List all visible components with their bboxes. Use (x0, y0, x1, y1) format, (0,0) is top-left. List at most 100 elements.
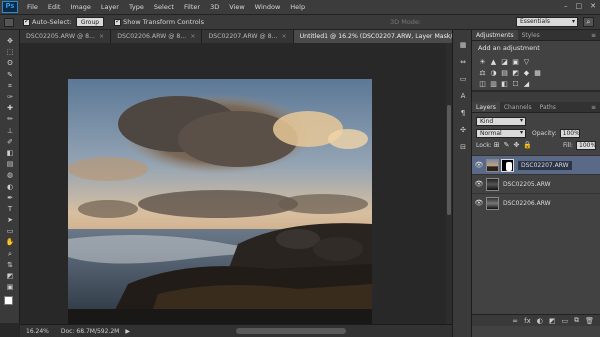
adjustment-b-2-icon[interactable]: ◑ (489, 68, 498, 77)
tab-dsc02205[interactable]: DSC02205.ARW @ 8... × (20, 30, 112, 43)
adjustment-layer-icon[interactable]: ◩ (549, 317, 556, 325)
document-image[interactable] (68, 79, 372, 324)
tab-dsc02207[interactable]: DSC02207.ARW @ 8... × (202, 30, 294, 43)
adjustment-c-1-icon[interactable]: ◫ (478, 79, 487, 88)
screen-mode-icon[interactable]: ▣ (2, 282, 18, 293)
adjustment-b-5-icon[interactable]: ◆ (522, 68, 531, 77)
lasso-icon[interactable]: ʘ (2, 58, 18, 69)
adjustment-c-5-icon[interactable]: ◢ (522, 79, 531, 88)
layer-style-icon[interactable]: fx (524, 317, 531, 325)
workspace-dropdown[interactable]: Essentials (516, 17, 578, 27)
transform-controls-checkbox[interactable] (114, 17, 122, 26)
visibility-eye-icon[interactable]: 👁 (472, 161, 486, 169)
quick-select-icon[interactable]: ✎ (2, 70, 18, 81)
edit-mode-icon[interactable]: ⇅ (2, 260, 18, 271)
close-tab-icon[interactable]: × (190, 33, 195, 40)
tab-styles[interactable]: Styles (518, 30, 544, 40)
adjustment-c-2-icon[interactable]: ▥ (489, 79, 498, 88)
visibility-eye-icon[interactable]: 👁 (472, 180, 486, 188)
menu-type[interactable]: Type (124, 3, 149, 11)
menu-filter[interactable]: Filter (179, 3, 205, 11)
arrange-icon[interactable]: ⇔ (456, 56, 470, 67)
foreground-color-swatch[interactable] (4, 296, 13, 305)
adjustment-b-4-icon[interactable]: ◩ (511, 68, 520, 77)
maximize-icon[interactable]: □ (576, 2, 583, 10)
tab-paths[interactable]: Paths (536, 102, 560, 112)
layer-comps-icon[interactable]: ⊟ (456, 141, 470, 152)
eraser-icon[interactable]: ◧ (2, 148, 18, 159)
pen-icon[interactable]: ✒ (2, 193, 18, 204)
path-select-icon[interactable]: ➤ (2, 215, 18, 226)
layer-name[interactable]: DSC02205.ARW (501, 181, 551, 188)
shape-icon[interactable]: ▭ (2, 226, 18, 237)
move-tool-preset-icon[interactable] (4, 17, 14, 27)
blur-icon[interactable]: ◍ (2, 170, 18, 181)
canvas-area[interactable] (20, 43, 452, 324)
status-menu-arrow-icon[interactable]: ▶ (125, 328, 130, 335)
tab-layers[interactable]: Layers (472, 102, 500, 112)
menu-file[interactable]: File (22, 3, 43, 11)
crop-icon[interactable]: ⌗ (2, 81, 18, 92)
vertical-scroll-thumb[interactable] (447, 105, 451, 215)
menu-3d[interactable]: 3D (205, 3, 224, 11)
add-mask-icon[interactable]: ◐ (537, 317, 543, 325)
brush-icon[interactable]: ✏ (2, 114, 18, 125)
adjustment-a-4-icon[interactable]: ▣ (511, 57, 520, 66)
visibility-eye-icon[interactable]: 👁 (472, 199, 486, 207)
layer-row[interactable]: 👁 DSC02206.ARW (472, 193, 600, 212)
eyedropper-icon[interactable]: ✑ (2, 92, 18, 103)
tab-adjustments[interactable]: Adjustments (472, 30, 518, 40)
history-brush-icon[interactable]: ✐ (2, 137, 18, 148)
adjustment-b-6-icon[interactable]: ▦ (533, 68, 542, 77)
layer-row[interactable]: 👁 DSC02205.ARW (472, 174, 600, 193)
layer-name[interactable]: DSC02207.ARW (518, 160, 572, 170)
tab-channels[interactable]: Channels (500, 102, 536, 112)
opacity-field[interactable]: 100% (559, 128, 580, 138)
menu-image[interactable]: Image (65, 3, 95, 11)
layer-row[interactable]: 👁 DSC02207.ARW (472, 155, 600, 174)
lock-pixels-icon[interactable]: ✎ (504, 141, 510, 149)
lock-position-icon[interactable]: ✥ (513, 141, 519, 149)
search-icon[interactable]: ⌕ (583, 17, 594, 27)
layer-filter-kind[interactable]: Kind (476, 116, 526, 126)
blend-mode-dropdown[interactable]: Normal (476, 128, 526, 138)
adjustment-a-3-icon[interactable]: ◪ (500, 57, 509, 66)
dodge-icon[interactable]: ◐ (2, 181, 18, 192)
menu-select[interactable]: Select (149, 3, 179, 11)
adjustment-a-1-icon[interactable]: ☀ (478, 57, 487, 66)
lock-all-icon[interactable]: 🔒 (523, 141, 532, 149)
tab-dsc02206[interactable]: DSC02206.ARW @ 8... × (111, 30, 203, 43)
auto-select-dropdown[interactable]: Group (75, 17, 105, 27)
type-icon[interactable]: T (2, 204, 18, 215)
adjustment-c-3-icon[interactable]: ◧ (500, 79, 509, 88)
quick-mask-icon[interactable]: ◩ (2, 271, 18, 282)
panel-menu-icon[interactable]: ≡ (587, 30, 600, 40)
delete-layer-icon[interactable]: 🗑 (585, 317, 594, 325)
healing-icon[interactable]: ✚ (2, 103, 18, 114)
menu-window[interactable]: Window (250, 3, 286, 11)
adjustment-b-3-icon[interactable]: ▤ (500, 68, 509, 77)
adjustment-c-4-icon[interactable]: ☐ (511, 79, 520, 88)
layer-mask-thumbnail[interactable] (501, 158, 514, 172)
menu-layer[interactable]: Layer (96, 3, 124, 11)
type-panel-icon[interactable]: A (456, 90, 470, 101)
auto-select-checkbox[interactable] (23, 17, 30, 26)
link-layers-icon[interactable]: ∞ (512, 317, 518, 325)
zoom-level[interactable]: 16.24% (20, 328, 55, 335)
gradient-icon[interactable]: ▤ (2, 159, 18, 170)
panel-menu-icon[interactable]: ≡ (587, 102, 600, 112)
adjustment-b-1-icon[interactable]: ⚖ (478, 68, 487, 77)
new-group-icon[interactable]: ▭ (561, 317, 568, 325)
new-layer-icon[interactable]: ⧉ (574, 316, 579, 325)
clone-stamp-icon[interactable]: ⊥ (2, 126, 18, 137)
histogram-icon[interactable]: ▦ (456, 39, 470, 50)
paragraph-icon[interactable]: ¶ (456, 107, 470, 118)
adjustment-a-5-icon[interactable]: ▽ (522, 57, 531, 66)
close-window-icon[interactable]: ✕ (590, 2, 596, 10)
layer-name[interactable]: DSC02206.ARW (501, 200, 551, 207)
tools-preset-icon[interactable]: ✣ (456, 124, 470, 135)
move-icon[interactable]: ✥ (2, 36, 18, 47)
menu-help[interactable]: Help (285, 3, 310, 11)
hand-icon[interactable]: ✋ (2, 237, 18, 248)
lock-transparent-icon[interactable]: ⊞ (494, 141, 500, 149)
